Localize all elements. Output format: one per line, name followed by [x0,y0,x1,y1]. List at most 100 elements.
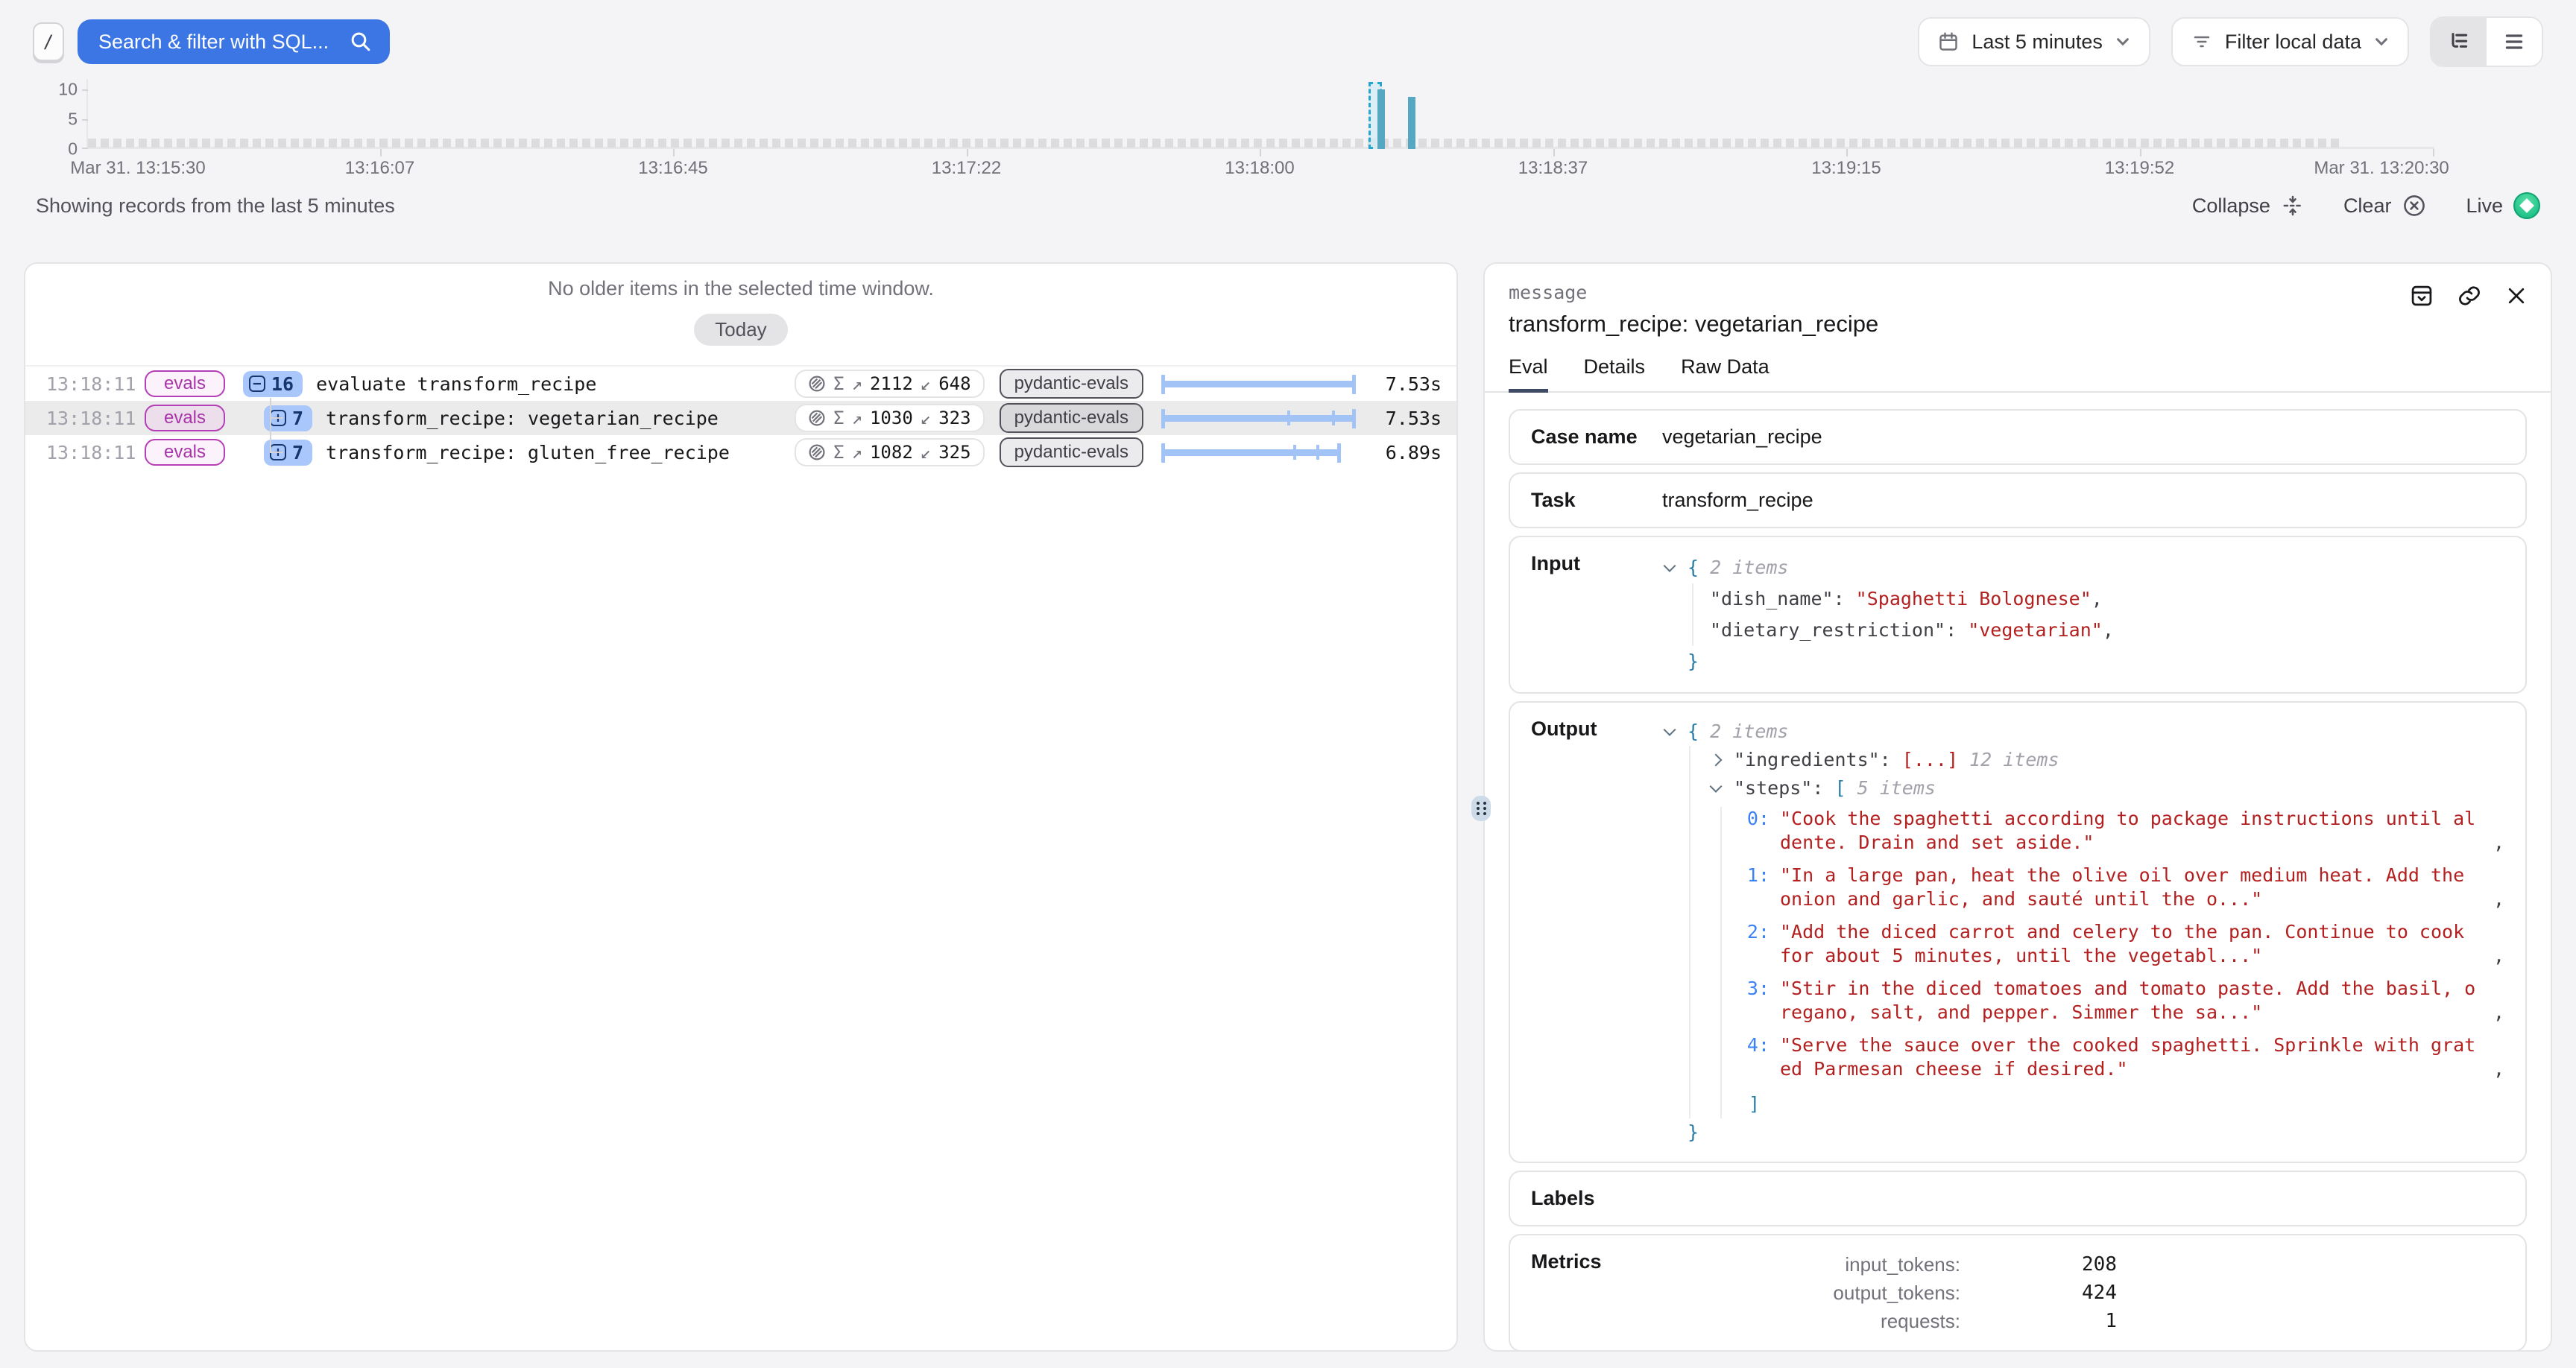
tree-connector [270,452,283,453]
histogram-plot-area[interactable]: 10 5 0 [86,79,2433,149]
comma: , [2493,1057,2504,1081]
step-item: 0: "Cook the spaghetti according to pack… [1740,807,2504,855]
y-axis-tick-label: 0 [68,139,78,159]
json-key: "dietary_restriction": [1710,619,1968,641]
tokens-coin-icon [808,443,826,461]
tree-connector [270,398,271,453]
x-axis-tick-label: 13:18:00 [1225,158,1294,179]
time-range-label: Last 5 minutes [1972,31,2103,54]
x-axis-tick-label: Mar 31. 13:15:30 [70,158,205,179]
x-axis-tick [380,149,382,156]
metric-row: input_tokens: 208 [1662,1250,2504,1279]
trace-row-selected[interactable]: 13:18:11 evals + 7 transform_recipe: veg… [25,401,1456,435]
collapse-children-badge[interactable]: − 16 [243,371,303,397]
tab-raw-data[interactable]: Raw Data [1681,355,1770,393]
time-range-button[interactable]: Last 5 minutes [1918,17,2150,66]
step-item: 3: "Stir in the diced tomatoes and tomat… [1740,977,2504,1025]
detail-tabs: Eval Details Raw Data [1485,355,2551,393]
comma: , [2493,1001,2504,1025]
y-axis-tick [82,89,88,91]
arrow-up-right-icon: ↗ [852,408,862,428]
arrow-down-left-icon: ↙ [921,442,931,463]
tab-details[interactable]: Details [1584,355,1646,393]
collapse-node-icon[interactable] [1710,780,1723,793]
x-axis-tick [673,149,675,156]
x-axis-tick [1260,149,1261,156]
close-brace: } [1688,650,1699,672]
x-axis-tick-label: 13:19:52 [2105,158,2174,179]
child-count: 7 [292,408,303,429]
field-label: Metrics [1531,1250,1662,1335]
sigma-icon: Σ [833,442,844,463]
filter-icon [2191,31,2213,53]
search-button[interactable]: Search & filter with SQL... [78,19,390,64]
array-index: 0: [1740,807,1770,855]
close-icon[interactable] [2504,283,2528,308]
arrow-down-left-icon: ↙ [921,408,931,428]
chevron-down-icon [2115,34,2131,50]
scope-tag[interactable]: pydantic-evals [1000,403,1143,433]
comma: , [2493,831,2504,855]
duration-bar [1161,373,1355,394]
collapse-node-icon[interactable] [1664,723,1676,736]
json-key: "ingredients": [1734,749,1902,770]
token-stats-chip[interactable]: Σ ↗ 1030 ↙ 323 [795,404,985,432]
down-token-count: 325 [938,442,970,463]
step-text: "Serve the sauce over the cooked spaghet… [1780,1033,2484,1081]
scope-tag[interactable]: pydantic-evals [1000,437,1143,467]
step-text: "Stir in the diced tomatoes and tomato p… [1780,977,2484,1025]
ingredients-entry: "ingredients": [...] 12 items [1708,746,2504,774]
metric-value: 424 [1960,1279,2117,1307]
copy-link-icon[interactable] [2457,283,2482,308]
field-label: Case name [1531,425,1662,449]
search-icon [350,31,372,53]
x-axis-tick [1553,149,1555,156]
child-count: 7 [292,442,303,463]
tab-eval[interactable]: Eval [1509,355,1548,393]
input-field: Input { 2 items "dish_name": "Spaghetti … [1509,536,2527,694]
no-older-items-notice: No older items in the selected time wind… [25,277,1456,300]
detail-title: transform_recipe: vegetarian_recipe [1509,311,2527,338]
service-pill[interactable]: evals [145,370,225,397]
json-entry: "dietary_restriction": "vegetarian", [1710,615,2504,646]
json-string-value: "vegetarian" [1968,619,2103,641]
histogram-bar[interactable] [1377,89,1385,149]
array-index: 1: [1740,864,1770,911]
items-count-note: 2 items [1710,557,1788,578]
token-stats-chip[interactable]: Σ ↗ 2112 ↙ 648 [795,370,985,398]
list-view-toggle[interactable] [2487,18,2542,66]
x-axis-tick-label: 13:17:22 [932,158,1001,179]
field-label: Labels [1531,1187,1662,1210]
step-item: 4: "Serve the sauce over the cooked spag… [1740,1033,2504,1081]
metrics-rows: input_tokens: 208 output_tokens: 424 req… [1662,1250,2504,1335]
step-item: 1: "In a large pan, heat the olive oil o… [1740,864,2504,911]
token-stats-chip[interactable]: Σ ↗ 1082 ↙ 325 [795,438,985,466]
filter-local-data-button[interactable]: Filter local data [2171,17,2409,66]
x-axis-tick [1846,149,1848,156]
collapsed-array[interactable]: [...] [1902,749,1958,770]
tree-view-toggle[interactable] [2431,18,2487,66]
case-name-field: Case name vegetarian_recipe [1509,409,2527,465]
service-pill[interactable]: evals [145,439,225,466]
scope-tag[interactable]: pydantic-evals [1000,369,1143,399]
trace-row[interactable]: 13:18:11 evals − 16 evaluate transform_r… [25,367,1456,401]
histogram-bar[interactable] [1408,97,1415,149]
clear-button[interactable]: Clear [2343,193,2428,218]
arrow-down-left-icon: ↙ [921,373,931,394]
collapse-button[interactable]: Collapse [2192,194,2305,218]
array-index: 2: [1740,920,1770,968]
tree-connector [270,417,283,419]
metric-value: 208 [1960,1250,2117,1279]
duration-bar [1161,408,1355,428]
panel-resize-handle[interactable] [1471,796,1491,821]
view-mode-toggle [2430,16,2543,67]
live-toggle[interactable]: Live [2466,192,2540,219]
dock-panel-icon[interactable] [2409,283,2434,308]
json-string-value: "Spaghetti Bolognese" [1856,588,2092,609]
trace-row[interactable]: 13:18:11 evals + 7 transform_recipe: glu… [25,435,1456,469]
collapse-node-icon[interactable] [1664,560,1676,572]
expand-node-icon[interactable] [1710,754,1723,767]
up-token-count: 1030 [870,408,913,428]
span-name: transform_recipe: vegetarian_recipe [326,408,719,429]
service-pill[interactable]: evals [145,405,225,431]
